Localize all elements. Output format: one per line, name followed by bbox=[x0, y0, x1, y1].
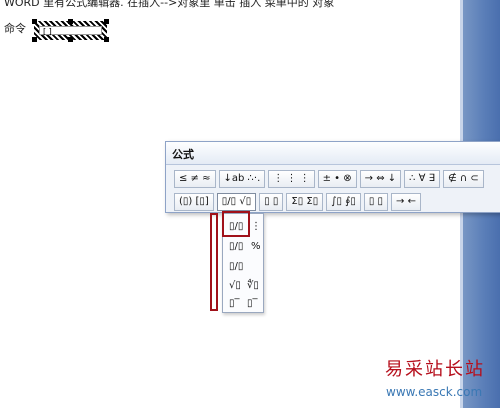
watermark-url: www.easck.com bbox=[386, 385, 483, 399]
spaces-ellipses-button[interactable]: ↓ab ∴·. bbox=[218, 170, 266, 188]
baseline-slash-template[interactable]: ▯/▯ bbox=[229, 261, 243, 273]
highlight-dropdown-bar bbox=[210, 213, 218, 311]
relational-symbols-button[interactable]: ≤ ≠ ≈ bbox=[174, 170, 216, 188]
arrow-symbols-button[interactable]: → ⇔ ↓ bbox=[359, 170, 402, 188]
resize-handle-tl[interactable] bbox=[32, 19, 37, 24]
fence-templates-button[interactable]: (▯) [▯] bbox=[174, 193, 214, 211]
equation-toolbar-title: 公式 bbox=[172, 148, 194, 161]
instruction-text: WORD 里有公式编辑器. 在插入-->对象里 单击 插入 菜单中的 对象 bbox=[4, 0, 335, 9]
embellishments-button[interactable]: ⋮ ⋮ ⋮ bbox=[268, 170, 315, 188]
template-row: (▯) [▯] ▯/▯ √▯ ▯ ▯ Σ▯ Σ▯ ∫▯ ∮▯ ▯ ▯ → ← bbox=[174, 193, 421, 213]
logical-symbols-button[interactable]: ∴ ∀ ∃ bbox=[404, 170, 441, 188]
arrow-templates-button[interactable]: → ← bbox=[391, 193, 421, 211]
square-root-template[interactable]: √▯ bbox=[229, 280, 241, 292]
set-theory-symbols-button[interactable]: ∉ ∩ ⊂ bbox=[443, 170, 484, 188]
symbol-row: ≤ ≠ ≈ ↓ab ∴·. ⋮ ⋮ ⋮ ± • ⊗ → ⇔ ↓ ∴ ∀ ∃ ∉ … bbox=[174, 170, 484, 190]
underbar-overbar-templates-button[interactable]: ▯ ▯ bbox=[363, 193, 389, 211]
watermark-site-name: 易采站长站 bbox=[385, 359, 485, 380]
integral-templates-button[interactable]: ∫▯ ∮▯ bbox=[326, 193, 361, 211]
resize-handle-bm[interactable] bbox=[68, 37, 73, 42]
equation-toolbar-window: 公式 ≤ ≠ ≈ ↓ab ∴·. ⋮ ⋮ ⋮ ± • ⊗ → ⇔ ↓ ∴ ∀ ∃… bbox=[165, 141, 500, 213]
command-label: 命令 bbox=[4, 22, 26, 35]
slash-fraction-template[interactable]: ▯/▯ bbox=[229, 241, 243, 253]
resize-handle-br[interactable] bbox=[104, 37, 109, 42]
small-slash-fraction-template[interactable]: % bbox=[251, 241, 261, 253]
equation-toolbar-titlebar[interactable]: 公式 bbox=[166, 142, 500, 165]
equation-object[interactable]: [ ] bbox=[32, 19, 109, 42]
summation-templates-button[interactable]: Σ▯ Σ▯ bbox=[286, 193, 324, 211]
highlight-fraction-option bbox=[222, 211, 250, 237]
resize-handle-bl[interactable] bbox=[32, 37, 37, 42]
long-division-template[interactable]: ▯‾ bbox=[229, 298, 240, 310]
resize-handle-tr[interactable] bbox=[104, 19, 109, 24]
long-division-alt-template[interactable]: ▯‾ bbox=[247, 298, 258, 310]
subscript-superscript-templates-button[interactable]: ▯ ▯ bbox=[259, 193, 284, 211]
equation-object-inner[interactable]: [ ] bbox=[39, 26, 102, 36]
fraction-radical-templates-button[interactable]: ▯/▯ √▯ bbox=[216, 193, 257, 211]
nth-root-template[interactable]: ∜▯ bbox=[247, 280, 259, 292]
equation-cursor: [ ] bbox=[43, 27, 52, 36]
fraction-template-small[interactable]: ⋮ bbox=[251, 221, 261, 233]
resize-handle-tm[interactable] bbox=[68, 19, 73, 24]
operator-symbols-button[interactable]: ± • ⊗ bbox=[317, 170, 357, 188]
